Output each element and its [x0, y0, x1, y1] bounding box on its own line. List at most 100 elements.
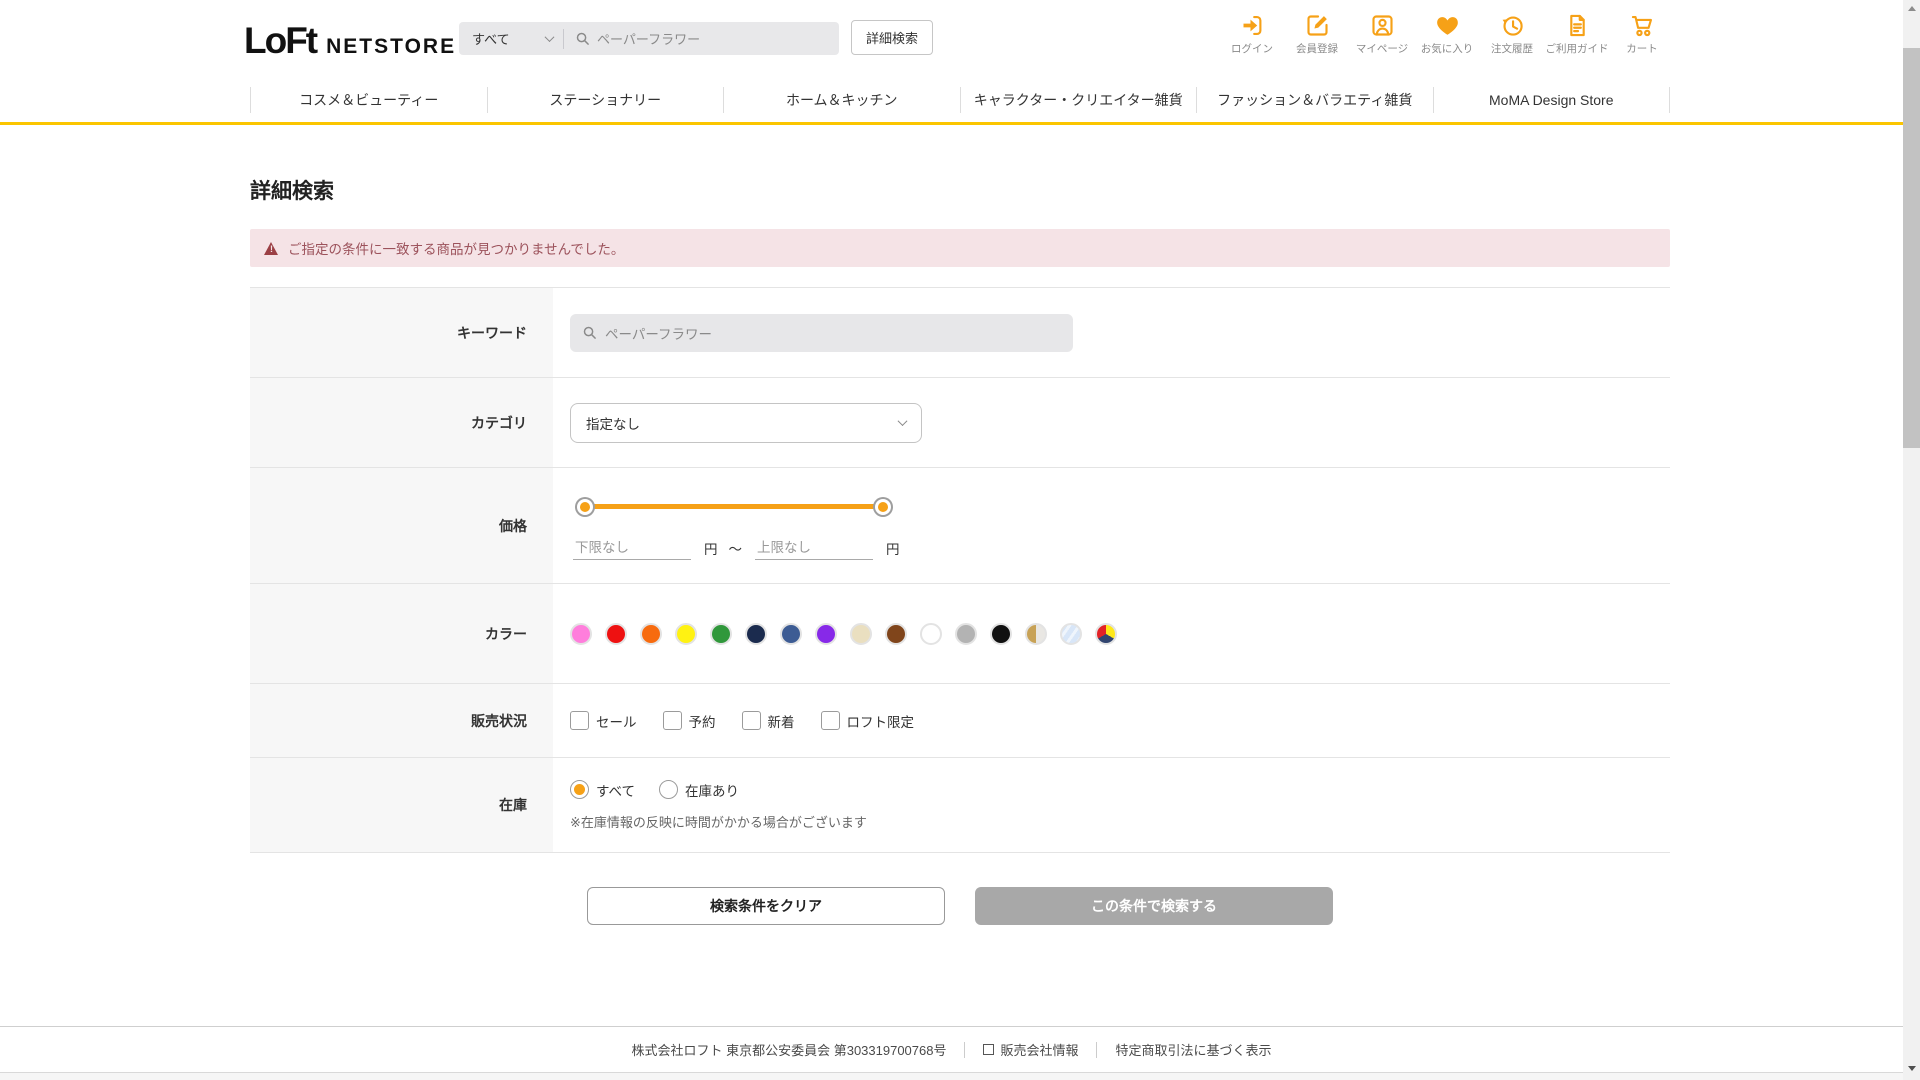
price-min-input[interactable] [573, 536, 691, 560]
checkbox-label: セール [596, 711, 637, 731]
logo-netstore-text: NETSTORE [326, 35, 456, 59]
footer-divider [964, 1042, 965, 1058]
nav-item-2[interactable]: ホーム＆キッチン [724, 78, 960, 122]
category-selected-value: 指定なし [586, 413, 640, 433]
stock-radio-1[interactable]: 在庫あり [659, 780, 739, 800]
nav-item-1[interactable]: ステーショナリー [488, 78, 724, 122]
color-swatch-black[interactable] [990, 623, 1012, 645]
quicklink-mypage[interactable]: マイページ [1354, 11, 1410, 56]
price-range-slider [585, 494, 883, 520]
scrollbar-down-button[interactable] [1903, 1060, 1920, 1077]
search-scope-select[interactable]: すべて [459, 29, 563, 48]
status-label: 販売状況 [250, 684, 553, 757]
quicklink-login[interactable]: ログイン [1224, 11, 1280, 56]
color-swatch-purple[interactable] [815, 623, 837, 645]
mypage-icon [1369, 11, 1396, 39]
main-content: 詳細検索 ご指定の条件に一致する商品が見つかりませんでした。 キーワード [250, 125, 1670, 925]
search-submit-button[interactable]: この条件で検索する [975, 887, 1333, 925]
color-swatch-green[interactable] [710, 623, 732, 645]
quicklink-guide[interactable]: ご利用ガイド [1549, 11, 1605, 56]
logo-loft-text: LoFt [244, 20, 316, 62]
site-footer: 株式会社ロフト 東京都公安委員会 第303319700768号 販売会社情報 特… [0, 1026, 1903, 1080]
search-scope-value: すべて [472, 29, 510, 48]
keyword-input-box [570, 314, 1073, 352]
nav-divider [1669, 87, 1670, 113]
quicklink-label: お気に入り [1421, 41, 1474, 56]
quicklink-label: ご利用ガイド [1546, 41, 1609, 56]
guide-icon [1564, 11, 1591, 39]
header-search-input[interactable] [597, 31, 839, 46]
quicklink-register[interactable]: 会員登録 [1289, 11, 1345, 56]
color-swatch-orange[interactable] [640, 623, 662, 645]
color-swatch-brown[interactable] [885, 623, 907, 645]
status-checkbox-1[interactable]: 予約 [663, 711, 716, 731]
checkbox-label: 新着 [768, 711, 795, 731]
checkbox-label: 予約 [689, 711, 716, 731]
color-swatch-yellow[interactable] [675, 623, 697, 645]
stock-radio-0[interactable]: すべて [570, 780, 635, 800]
slider-track[interactable] [585, 504, 883, 509]
quicklink-label: 会員登録 [1296, 41, 1338, 56]
footer-link-company-info[interactable]: 販売会社情報 [983, 1040, 1078, 1059]
stock-row: 在庫 すべて在庫あり ※在庫情報の反映に時間がかかる場合がございます [250, 758, 1670, 853]
form-actions: 検索条件をクリア この条件で検索する [250, 887, 1670, 925]
keyword-label: キーワード [250, 288, 553, 377]
price-max-input[interactable] [755, 536, 873, 560]
search-icon [575, 31, 590, 46]
history-icon [1499, 11, 1526, 39]
footer-bottom-strip [0, 1072, 1903, 1080]
color-swatch-multicolor[interactable] [1095, 623, 1117, 645]
color-swatch-beige[interactable] [850, 623, 872, 645]
search-icon [582, 325, 597, 340]
status-checkbox-0[interactable]: セール [570, 711, 637, 731]
page-title: 詳細検索 [250, 125, 1670, 205]
main-nav-inner: コスメ＆ビューティーステーショナリーホーム＆キッチンキャラクター・クリエイター雑… [250, 78, 1670, 122]
status-checkbox-2[interactable]: 新着 [742, 711, 795, 731]
slider-handle-max[interactable] [875, 499, 891, 515]
keyword-input[interactable] [605, 325, 1073, 340]
color-swatch-gold-silver[interactable] [1025, 623, 1047, 645]
footer-link-commercial-law[interactable]: 特定商取引法に基づく表示 [1115, 1040, 1271, 1059]
footer-company-text: 株式会社ロフト 東京都公安委員会 第303319700768号 [631, 1040, 946, 1059]
radio-label: 在庫あり [685, 780, 739, 800]
color-swatch-red[interactable] [605, 623, 627, 645]
main-nav: コスメ＆ビューティーステーショナリーホーム＆キッチンキャラクター・クリエイター雑… [0, 78, 1920, 125]
color-swatch-pink[interactable] [570, 623, 592, 645]
slider-handle-min[interactable] [577, 499, 593, 515]
color-swatch-clear[interactable] [1060, 623, 1082, 645]
category-row: カテゴリ 指定なし [250, 378, 1670, 468]
color-swatch-gray[interactable] [955, 623, 977, 645]
nav-item-0[interactable]: コスメ＆ビューティー [251, 78, 487, 122]
quicklink-label: カート [1626, 41, 1658, 56]
clear-conditions-button[interactable]: 検索条件をクリア [587, 887, 945, 925]
nav-item-4[interactable]: ファッション＆バラエティ雑貨 [1197, 78, 1433, 122]
nav-item-5[interactable]: MoMA Design Store [1434, 78, 1670, 122]
radio-icon [570, 780, 589, 799]
footer-divider [1096, 1042, 1097, 1058]
scrollbar-up-button[interactable] [1903, 0, 1920, 17]
cart-icon [1629, 11, 1656, 39]
stock-options: すべて 在庫あり [570, 780, 1670, 800]
price-label: 価格 [250, 468, 553, 583]
scrollbar-thumb[interactable] [1903, 48, 1920, 448]
quicklink-history[interactable]: 注文履歴 [1484, 11, 1540, 56]
page: LoFt NETSTORE すべて 詳細検索 ログイン会員登録 マイページお気に入… [0, 0, 1920, 1080]
category-select[interactable]: 指定なし [570, 403, 922, 443]
price-unit-max: 円 [886, 538, 900, 558]
nav-item-3[interactable]: キャラクター・クリエイター雑貨 [961, 78, 1197, 122]
chevron-down-icon [545, 32, 555, 42]
checkbox-icon [570, 711, 589, 730]
category-label: カテゴリ [250, 378, 553, 467]
color-swatch-navy[interactable] [745, 623, 767, 645]
loft-logo[interactable]: LoFt NETSTORE [244, 20, 456, 62]
price-unit-min: 円 [704, 538, 718, 558]
quicklink-cart[interactable]: カート [1614, 11, 1670, 56]
detail-search-button[interactable]: 詳細検索 [851, 20, 933, 55]
search-divider [563, 29, 564, 49]
color-swatch-white[interactable] [920, 623, 942, 645]
register-icon [1304, 11, 1331, 39]
quicklink-heart[interactable]: お気に入り [1419, 11, 1475, 56]
header-search-bar: すべて [459, 22, 839, 55]
status-checkbox-3[interactable]: ロフト限定 [821, 711, 915, 731]
color-swatch-blue[interactable] [780, 623, 802, 645]
